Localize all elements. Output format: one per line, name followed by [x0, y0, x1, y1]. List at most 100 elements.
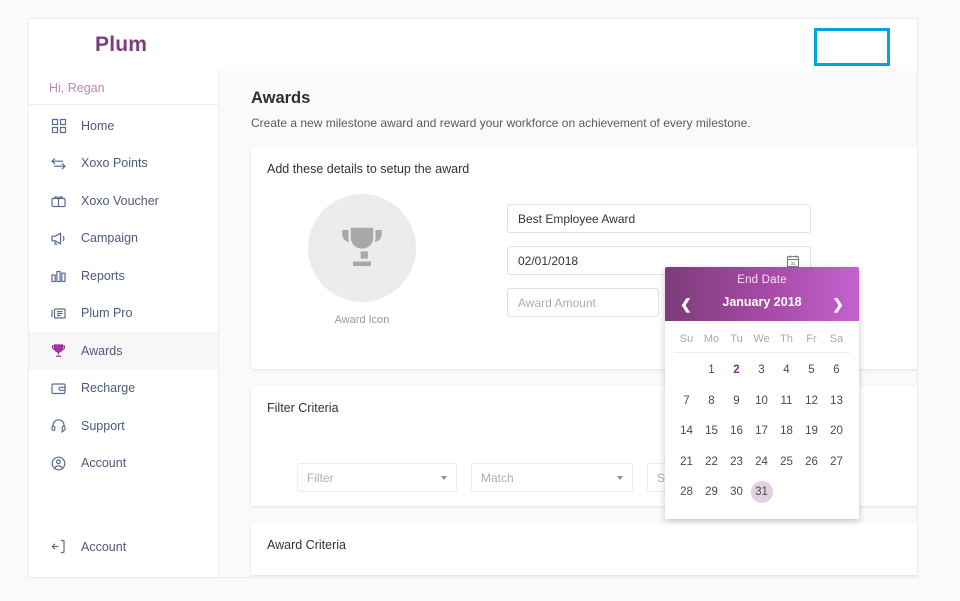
sidebar-item-xoxo-voucher[interactable]: Xoxo Voucher: [29, 182, 218, 220]
datepicker-day-cell[interactable]: 3: [749, 355, 774, 386]
match-select-value: Match: [481, 471, 514, 485]
datepicker-day-cell[interactable]: 12: [799, 386, 824, 417]
datepicker-day-cell[interactable]: 29: [699, 477, 724, 508]
award-amount-placeholder: Award Amount: [518, 296, 596, 310]
datepicker-day-cell[interactable]: 24: [749, 447, 774, 478]
datepicker-header: End Date January 2018 ❮ ❯: [665, 267, 859, 321]
sidebar-item-label: Plum Pro: [81, 307, 132, 320]
brand-logo[interactable]: Plum: [95, 33, 147, 57]
datepicker-day-cell[interactable]: 10: [749, 386, 774, 417]
datepicker-week-row: 21222324252627: [674, 447, 850, 478]
sidebar-item-campaign[interactable]: Campaign: [29, 220, 218, 258]
card-list-icon: [49, 304, 68, 323]
sidebar-item-label: Campaign: [81, 232, 138, 245]
datepicker-day-cell[interactable]: 30: [724, 477, 749, 508]
sidebar-item-reports[interactable]: Reports: [29, 257, 218, 295]
sidebar-item-awards[interactable]: Awards: [29, 332, 218, 370]
datepicker-day-cell[interactable]: 28: [674, 477, 699, 508]
datepicker-day-cell[interactable]: 23: [724, 447, 749, 478]
trophy-placeholder-icon: [308, 194, 416, 302]
sidebar-item-home[interactable]: Home: [29, 107, 218, 145]
chevron-left-icon[interactable]: ❮: [675, 293, 697, 315]
datepicker-week-row: 14151617181920: [674, 416, 850, 447]
sidebar-spacer: [29, 482, 218, 528]
award-amount-input[interactable]: Award Amount: [507, 288, 659, 317]
sidebar-item-support[interactable]: Support: [29, 407, 218, 445]
datepicker-day-cell[interactable]: 20: [824, 416, 849, 447]
datepicker-day-cell[interactable]: 2: [724, 355, 749, 386]
svg-text:31: 31: [791, 260, 796, 265]
award-name-value: Best Employee Award: [518, 212, 635, 226]
user-circle-icon: [49, 454, 68, 473]
sidebar-item-label: Recharge: [81, 382, 135, 395]
grid-icon: [49, 116, 68, 135]
weekday-label: Th: [774, 329, 799, 349]
filter-select-value: Filter: [307, 471, 334, 485]
megaphone-icon: [49, 229, 68, 248]
datepicker-day-cell[interactable]: 31: [749, 477, 774, 508]
sidebar-item-label: Home: [81, 120, 114, 133]
award-icon-uploader[interactable]: Award Icon: [308, 194, 416, 326]
calendar-icon[interactable]: 31: [786, 254, 800, 268]
award-icon-caption: Award Icon: [308, 314, 416, 326]
datepicker-day-cell[interactable]: 27: [824, 447, 849, 478]
datepicker-day-cell[interactable]: 7: [674, 386, 699, 417]
weekday-label: Mo: [699, 329, 724, 349]
header-highlight-box[interactable]: [814, 28, 890, 66]
setup-card-title: Add these details to setup the award: [251, 147, 918, 176]
datepicker-day-cell[interactable]: 25: [774, 447, 799, 478]
chevron-right-icon[interactable]: ❯: [827, 293, 849, 315]
wallet-icon: [49, 379, 68, 398]
weekday-label: Fr: [799, 329, 824, 349]
datepicker-day-cell[interactable]: 9: [724, 386, 749, 417]
datepicker-empty-cell: [674, 355, 699, 386]
criteria-card-title: Award Criteria: [251, 523, 918, 552]
datepicker-day-cell[interactable]: 1: [699, 355, 724, 386]
sidebar-nav: Home Xoxo Points: [29, 105, 218, 566]
sidebar-item-label: Awards: [81, 345, 122, 358]
datepicker-day-cell[interactable]: 11: [774, 386, 799, 417]
datepicker-day-cell[interactable]: 22: [699, 447, 724, 478]
datepicker-empty-cell: [799, 477, 824, 508]
award-name-input[interactable]: Best Employee Award: [507, 204, 811, 233]
datepicker-day-cell[interactable]: 13: [824, 386, 849, 417]
datepicker-body: Su Mo Tu We Th Fr Sa 1234567891011121314…: [665, 321, 859, 508]
datepicker-day-cell[interactable]: 18: [774, 416, 799, 447]
datepicker-day-cell[interactable]: 17: [749, 416, 774, 447]
sidebar-item-account[interactable]: Account: [29, 445, 218, 483]
sidebar-item-label: Account: [81, 541, 126, 554]
sidebar-greeting: Hi, Regan: [29, 71, 218, 105]
end-date-datepicker[interactable]: End Date January 2018 ❮ ❯ Su Mo Tu We Th…: [665, 267, 859, 519]
weekday-label: Tu: [724, 329, 749, 349]
trophy-icon: [49, 341, 68, 360]
datepicker-day-cell[interactable]: 6: [824, 355, 849, 386]
app-window: Plum Hi, Regan Home: [28, 18, 918, 578]
filter-select[interactable]: Filter: [297, 463, 457, 492]
chevron-down-icon: [441, 476, 447, 480]
datepicker-empty-cell: [824, 477, 849, 508]
datepicker-day-cell[interactable]: 8: [699, 386, 724, 417]
voucher-icon: [49, 191, 68, 210]
datepicker-day-cell[interactable]: 19: [799, 416, 824, 447]
award-date-value: 02/01/2018: [518, 254, 578, 268]
datepicker-day-cell[interactable]: 16: [724, 416, 749, 447]
sidebar-item-label: Xoxo Voucher: [81, 195, 159, 208]
sidebar-item-label: Xoxo Points: [81, 157, 148, 170]
sidebar-item-xoxo-points[interactable]: Xoxo Points: [29, 145, 218, 183]
sidebar: Hi, Regan Home Xoxo Poin: [29, 71, 219, 578]
datepicker-day-cell[interactable]: 14: [674, 416, 699, 447]
datepicker-day-cell[interactable]: 4: [774, 355, 799, 386]
page-title: Awards: [251, 89, 905, 108]
exchange-icon: [49, 154, 68, 173]
datepicker-day-cell[interactable]: 26: [799, 447, 824, 478]
weekday-label: Su: [674, 329, 699, 349]
datepicker-day-cell[interactable]: 5: [799, 355, 824, 386]
datepicker-week-row: 28293031: [674, 477, 850, 508]
sidebar-item-plum-pro[interactable]: Plum Pro: [29, 295, 218, 333]
sidebar-item-recharge[interactable]: Recharge: [29, 370, 218, 408]
datepicker-day-cell[interactable]: 15: [699, 416, 724, 447]
datepicker-day-cell[interactable]: 21: [674, 447, 699, 478]
sidebar-item-logout-account[interactable]: Account: [29, 528, 218, 566]
datepicker-weeks: 1234567891011121314151617181920212223242…: [674, 355, 850, 508]
match-select[interactable]: Match: [471, 463, 633, 492]
